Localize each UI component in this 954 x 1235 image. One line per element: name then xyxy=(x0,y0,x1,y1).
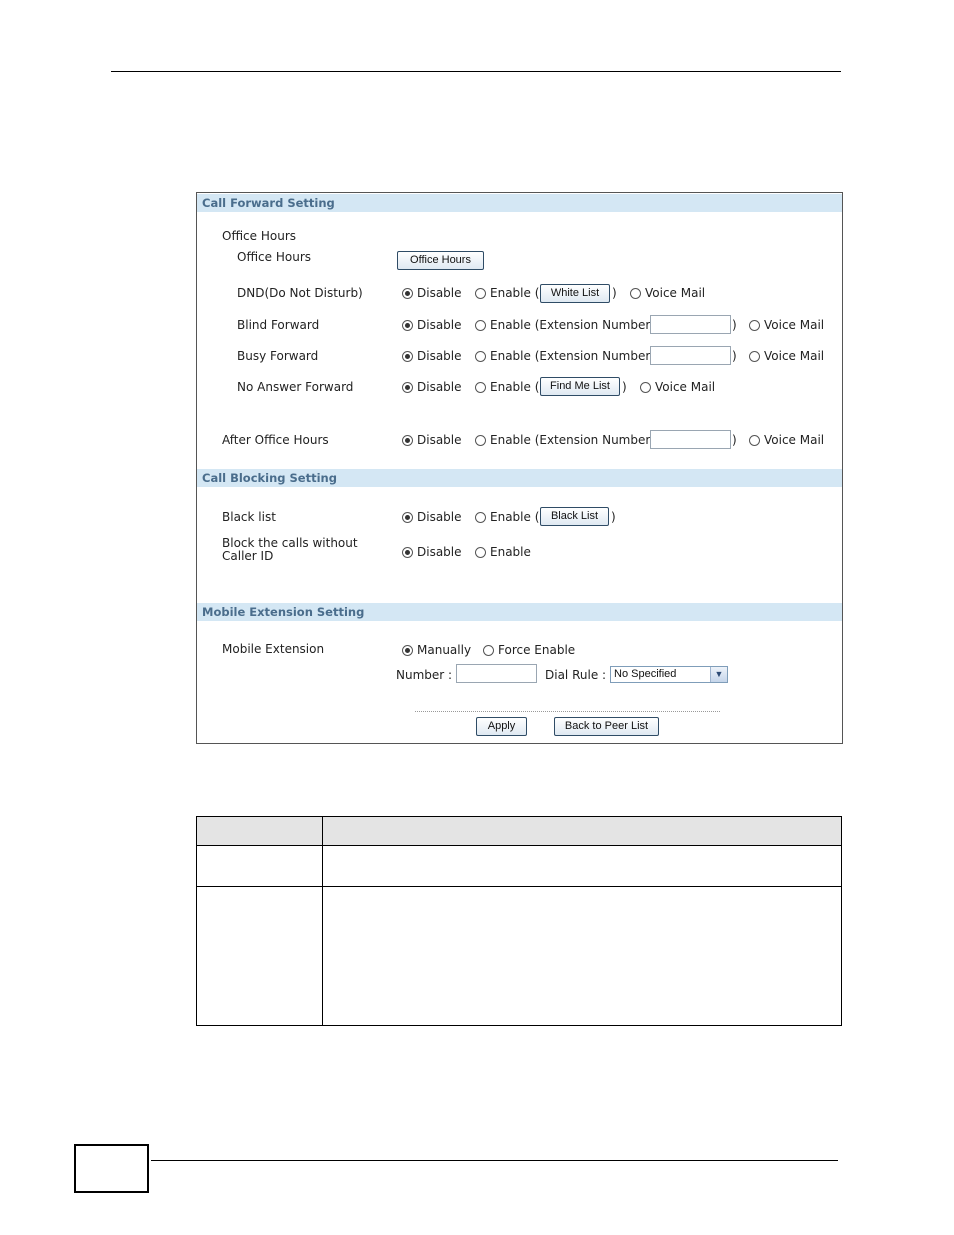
radio-unselected-icon xyxy=(475,350,486,362)
page-footer-rule xyxy=(151,1160,838,1161)
radio-unselected-icon xyxy=(630,287,641,299)
call-blocking-section-header: Call Blocking Setting xyxy=(197,469,842,487)
blind-forward-enable-radio[interactable]: Enable (Extension Number: xyxy=(475,318,654,332)
page-number-box xyxy=(74,1144,149,1193)
mobile-extension-manually-radio[interactable]: Manually xyxy=(402,643,471,657)
radio-unselected-icon xyxy=(475,546,486,558)
button-separator xyxy=(415,711,720,712)
after-office-hours-voice-mail-radio[interactable]: Voice Mail xyxy=(749,433,824,447)
after-office-hours-extension-input[interactable] xyxy=(650,430,731,449)
number-input[interactable] xyxy=(456,664,537,683)
radio-selected-icon xyxy=(402,644,413,656)
black-list-label: Black list xyxy=(222,510,276,524)
radio-selected-icon xyxy=(402,287,413,299)
black-list-disable-radio[interactable]: Disable xyxy=(402,510,462,524)
radio-unselected-icon xyxy=(749,350,760,362)
office-hours-button[interactable]: Office Hours xyxy=(397,251,484,270)
table-row xyxy=(196,886,842,1026)
table-header-cell xyxy=(196,816,323,846)
mobile-extension-force-enable-radio[interactable]: Force Enable xyxy=(483,643,575,657)
blind-forward-label: Blind Forward xyxy=(237,318,320,332)
blind-forward-voice-mail-radio[interactable]: Voice Mail xyxy=(749,318,824,332)
apply-button[interactable]: Apply xyxy=(476,717,527,736)
white-list-button[interactable]: White List xyxy=(540,284,610,303)
back-to-peer-list-button[interactable]: Back to Peer List xyxy=(554,717,659,736)
no-answer-forward-label: No Answer Forward xyxy=(237,380,354,394)
dial-rule-label: Dial Rule : xyxy=(545,668,607,682)
blind-forward-disable-radio[interactable]: Disable xyxy=(402,318,462,332)
close-paren: ) xyxy=(732,349,737,363)
dial-rule-select[interactable]: No Specified ▼ xyxy=(610,666,728,683)
dnd-disable-radio[interactable]: Disable xyxy=(402,286,462,300)
black-list-enable-radio[interactable]: Enable ( xyxy=(475,510,539,524)
mobile-extension-label: Mobile Extension xyxy=(222,642,325,656)
close-paren: ) xyxy=(622,380,627,394)
radio-unselected-icon xyxy=(483,644,494,656)
radio-unselected-icon xyxy=(475,381,486,393)
call-settings-panel: Call Forward Setting Office Hours Office… xyxy=(196,192,843,744)
close-paren: ) xyxy=(611,510,616,524)
radio-unselected-icon xyxy=(749,319,760,331)
dnd-label: DND(Do Not Disturb) xyxy=(237,286,363,300)
radio-unselected-icon xyxy=(475,511,486,523)
radio-unselected-icon xyxy=(475,319,486,331)
page-header-rule xyxy=(111,71,841,72)
radio-selected-icon xyxy=(402,546,413,558)
office-hours-label: Office Hours xyxy=(237,250,311,264)
busy-forward-disable-radio[interactable]: Disable xyxy=(402,349,462,363)
number-label: Number : xyxy=(396,668,453,682)
busy-forward-enable-radio[interactable]: Enable (Extension Number: xyxy=(475,349,654,363)
radio-selected-icon xyxy=(402,434,413,446)
block-no-caller-id-enable-radio[interactable]: Enable xyxy=(475,545,531,559)
radio-selected-icon xyxy=(402,381,413,393)
busy-forward-label: Busy Forward xyxy=(237,349,319,363)
find-me-list-button[interactable]: Find Me List xyxy=(540,377,620,396)
mobile-extension-section-header: Mobile Extension Setting xyxy=(197,603,842,621)
table-row xyxy=(196,845,842,887)
busy-forward-voice-mail-radio[interactable]: Voice Mail xyxy=(749,349,824,363)
radio-unselected-icon xyxy=(749,434,760,446)
table-cell xyxy=(196,886,323,1026)
no-answer-forward-enable-radio[interactable]: Enable ( xyxy=(475,380,539,394)
after-office-hours-disable-radio[interactable]: Disable xyxy=(402,433,462,447)
table-header-cell xyxy=(322,816,842,846)
table-header-row xyxy=(196,816,842,846)
blind-forward-extension-input[interactable] xyxy=(650,315,731,334)
no-answer-forward-voice-mail-radio[interactable]: Voice Mail xyxy=(640,380,715,394)
dnd-enable-radio[interactable]: Enable ( xyxy=(475,286,539,300)
table-cell xyxy=(322,886,842,1026)
block-no-caller-id-disable-radio[interactable]: Disable xyxy=(402,545,462,559)
block-no-caller-id-label: Block the calls without Caller ID xyxy=(222,536,358,563)
no-answer-forward-disable-radio[interactable]: Disable xyxy=(402,380,462,394)
after-office-hours-enable-radio[interactable]: Enable (Extension Number: xyxy=(475,433,654,447)
dnd-voice-mail-radio[interactable]: Voice Mail xyxy=(630,286,705,300)
radio-selected-icon xyxy=(402,350,413,362)
close-paren: ) xyxy=(612,286,617,300)
call-forward-section-header: Call Forward Setting xyxy=(197,194,842,212)
office-hours-group-label: Office Hours xyxy=(222,229,296,243)
after-office-hours-label: After Office Hours xyxy=(222,433,329,447)
radio-selected-icon xyxy=(402,319,413,331)
busy-forward-extension-input[interactable] xyxy=(650,346,731,365)
radio-unselected-icon xyxy=(475,287,486,299)
black-list-button[interactable]: Black List xyxy=(540,507,609,526)
table-cell xyxy=(322,845,842,887)
close-paren: ) xyxy=(732,433,737,447)
chevron-down-icon: ▼ xyxy=(710,667,727,682)
close-paren: ) xyxy=(732,318,737,332)
radio-unselected-icon xyxy=(475,434,486,446)
description-table xyxy=(196,816,842,1026)
radio-selected-icon xyxy=(402,511,413,523)
table-cell xyxy=(196,845,323,887)
radio-unselected-icon xyxy=(640,381,651,393)
